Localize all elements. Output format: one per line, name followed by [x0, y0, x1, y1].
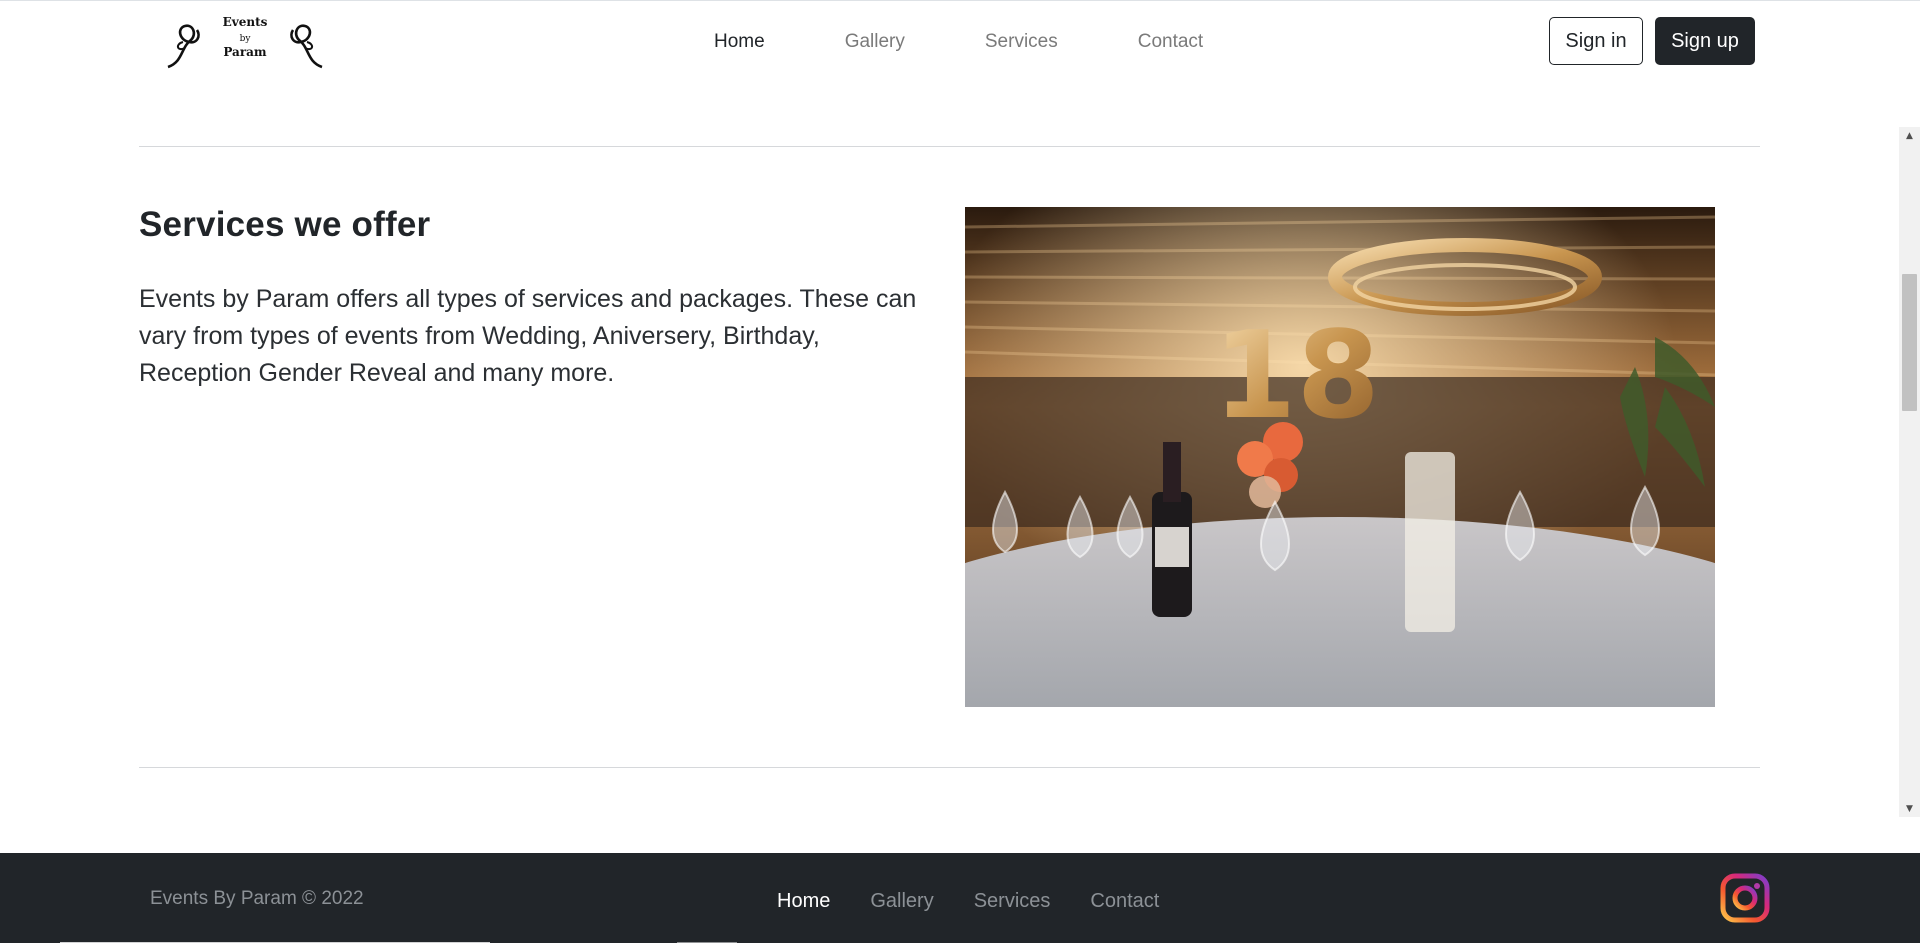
footer-nav-contact-link[interactable]: Contact [1070, 881, 1179, 921]
sign-in-button[interactable]: Sign in [1549, 17, 1643, 65]
site-header: Events by Param Home Gallery Services Co… [0, 0, 1920, 80]
site-footer: Events By Param © 2022 Home Gallery Serv… [0, 853, 1920, 943]
scroll-up-arrow-icon[interactable]: ▲ [1899, 127, 1920, 144]
footer-copyright: Events By Param © 2022 [150, 888, 364, 909]
services-title: Services we offer [139, 205, 431, 244]
footer-nav-gallery-link[interactable]: Gallery [850, 881, 953, 921]
svg-text:Events: Events [223, 15, 268, 29]
footer-nav-services-link[interactable]: Services [954, 881, 1071, 921]
nav-services-link[interactable]: Services [945, 23, 1098, 61]
section-divider-bottom [139, 767, 1760, 768]
logo-graphic: Events by Param [167, 15, 323, 69]
nav-gallery-link[interactable]: Gallery [805, 23, 945, 61]
svg-text:18: 18 [1213, 307, 1380, 446]
sign-up-button[interactable]: Sign up [1655, 17, 1755, 65]
instagram-icon[interactable] [1720, 873, 1770, 923]
nav-contact-link[interactable]: Contact [1098, 23, 1243, 61]
main-nav: Home Gallery Services Contact [674, 23, 1243, 61]
site-logo[interactable]: Events by Param [163, 12, 327, 74]
section-divider-top [139, 146, 1760, 147]
event-table-photo: 18 [965, 207, 1715, 707]
svg-text:Param: Param [223, 45, 267, 59]
nav-home-link[interactable]: Home [674, 23, 805, 61]
page-scrollbar[interactable]: ▲ ▼ [1899, 127, 1920, 817]
svg-text:by: by [240, 34, 252, 44]
page: Events by Param Home Gallery Services Co… [0, 0, 1920, 943]
footer-nav-home-link[interactable]: Home [757, 881, 850, 921]
scrollbar-thumb[interactable] [1902, 274, 1917, 411]
scroll-down-arrow-icon[interactable]: ▼ [1899, 800, 1920, 817]
services-description: Events by Param offers all types of serv… [139, 285, 917, 387]
footer-nav: Home Gallery Services Contact [757, 881, 1179, 921]
